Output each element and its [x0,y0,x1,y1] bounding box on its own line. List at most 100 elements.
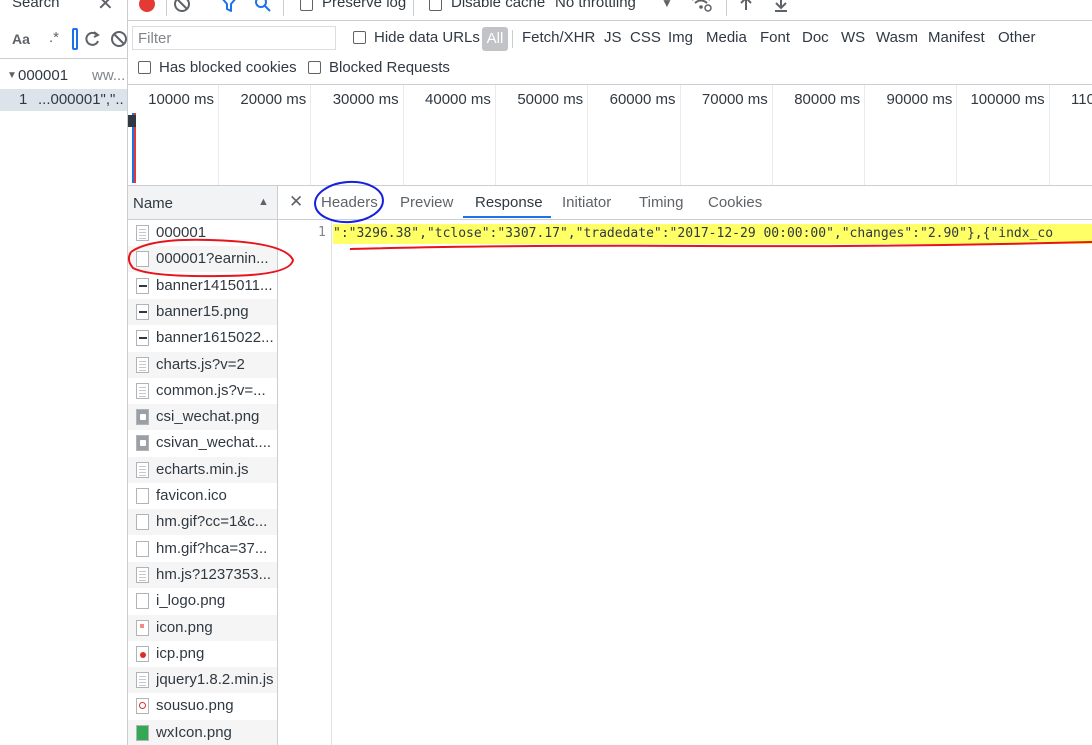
timeline-tick-label: 100000 ms [970,91,1045,108]
request-name: hm.gif?hca=37... [156,539,268,557]
request-name: icon.png [156,618,213,636]
request-row[interactable]: i_logo.png [128,588,277,614]
preserve-log-checkbox[interactable] [300,0,313,11]
filter-input[interactable] [132,26,336,50]
request-row[interactable]: common.js?v=... [128,378,277,404]
request-row[interactable]: hm.gif?cc=1&c... [128,509,277,536]
request-row[interactable]: charts.js?v=2 [128,351,277,378]
search-match-row[interactable]: 1 ...000001","... [0,89,127,111]
network-conditions-icon[interactable] [690,0,712,12]
timeline-gridline [218,85,219,185]
request-name: banner1615022... [156,329,274,347]
tab-cookies[interactable]: Cookies [708,194,762,211]
timeline-handle[interactable] [128,115,136,127]
clear-log-icon[interactable] [173,0,191,13]
request-row[interactable]: echarts.min.js [128,456,277,483]
toolbar-divider [726,0,727,16]
request-row[interactable]: sousuo.png [128,693,277,719]
refresh-icon[interactable] [84,30,100,48]
preserve-log-label: Preserve log [322,0,407,11]
request-row[interactable]: jquery1.8.2.min.js [128,667,277,694]
tab-timing[interactable]: Timing [639,194,683,211]
search-tab-label[interactable]: Search [12,0,60,11]
export-har-icon[interactable] [773,0,789,14]
blocked-requests-checkbox[interactable] [308,61,321,74]
regex-button[interactable]: .* [49,29,59,46]
file-blank-icon [136,251,149,268]
sort-ascending-icon[interactable]: ▲ [258,196,269,208]
clear-icon[interactable] [110,30,128,48]
type-filter-ws[interactable]: WS [841,29,865,46]
timeline-tick-label: 40000 ms [425,91,491,108]
type-filter-font[interactable]: Font [760,29,790,46]
request-list: Name ▲ 000001 000001?earnin... banner14150… [128,186,278,745]
type-filter-other[interactable]: Other [998,29,1036,46]
file-doc-icon [136,225,149,241]
tab-headers[interactable]: Headers [321,194,378,211]
request-name: icp.png [156,644,205,662]
request-name: banner15.png [156,302,249,320]
type-filter-doc[interactable]: Doc [802,29,829,46]
tab-initiator[interactable]: Initiator [562,194,611,211]
request-name: charts.js?v=2 [156,355,245,373]
request-row[interactable]: banner1415011... [128,273,277,299]
search-result-file[interactable]: ▼ 000001 ww... [0,65,127,87]
import-har-icon[interactable] [738,0,754,14]
request-row[interactable]: banner1615022... [128,325,277,351]
expand-arrow-icon[interactable]: ▼ [7,70,17,81]
request-row[interactable]: hm.js?1237353... [128,561,277,588]
file-img-g-icon [136,435,149,452]
request-row[interactable]: favicon.ico [128,483,277,509]
request-row[interactable]: 000001?earnin... [128,246,277,273]
request-name: hm.js?1237353... [156,565,272,583]
request-row[interactable]: icon.png [128,614,277,641]
file-img-icon-icon [136,619,149,636]
request-row[interactable]: banner15.png [128,298,277,325]
close-icon[interactable]: ✕ [97,0,114,16]
timeline-gridline [494,85,496,185]
type-filter-img[interactable]: Img [668,29,693,46]
request-row[interactable]: wxIcon.png [128,719,277,745]
timeline-tick-label: 60000 ms [609,91,676,108]
hide-data-urls-label: Hide data URLs [374,29,480,46]
file-img-red-icon [136,645,149,662]
type-filter-all[interactable]: All [482,27,508,51]
filter-icon[interactable] [220,0,238,13]
record-icon[interactable] [139,0,155,12]
type-filter-css[interactable]: CSS [630,29,661,46]
timeline-gridline [771,85,773,185]
timeline-tick-label: 80000 ms [794,91,861,108]
chevron-down-icon[interactable]: ▼ [661,0,673,10]
tab-response[interactable]: Response [475,194,543,211]
disable-cache-checkbox[interactable] [429,0,442,11]
response-code-line[interactable]: ":"3296.38","tclose":"3307.17","tradedat… [333,224,1092,244]
type-filter-manifest[interactable]: Manifest [928,29,985,46]
request-row[interactable]: csi_wechat.png [128,404,277,431]
request-detail-panel: ✕ Headers Preview Response Initiator Tim… [278,186,1092,745]
type-filter-js[interactable]: JS [604,29,622,46]
throttling-select[interactable]: No throttling [555,0,636,11]
type-filter-media[interactable]: Media [706,29,747,46]
close-icon[interactable]: ✕ [289,192,303,212]
request-row[interactable]: hm.gif?hca=37... [128,536,277,562]
search-icon[interactable] [254,0,272,13]
request-row[interactable]: icp.png [128,641,277,667]
type-filter-wasm[interactable]: Wasm [876,29,918,46]
request-row[interactable]: csivan_wechat.... [128,430,277,456]
timeline-tick-label: 10000 ms [148,91,214,108]
tab-preview[interactable]: Preview [400,194,453,211]
request-row[interactable]: 000001 [128,220,277,246]
hide-data-urls-checkbox[interactable] [353,31,366,44]
has-blocked-cookies-checkbox[interactable] [138,61,151,74]
name-column-header[interactable]: Name ▲ [128,186,277,220]
request-name: csi_wechat.png [156,408,260,426]
request-name: sousuo.png [156,697,234,715]
match-case-button[interactable]: Aa [12,31,30,47]
network-toolbar: Preserve log Disable cache No throttling… [128,0,1092,21]
active-tab-indicator [463,216,551,218]
type-filter-fetch-xhr[interactable]: Fetch/XHR [522,29,595,46]
search-input[interactable] [72,28,78,50]
timeline-tick-label: 20000 ms [240,91,307,108]
file-doc-icon [136,382,149,399]
timeline-overview[interactable]: 10000 ms 20000 ms 30000 ms 40000 ms 50000 ms… [128,85,1092,186]
